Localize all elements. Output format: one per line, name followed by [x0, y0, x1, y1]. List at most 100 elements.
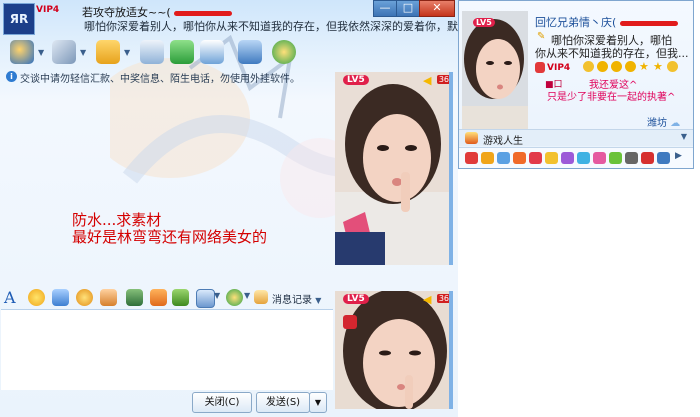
mail-icon[interactable] — [497, 152, 510, 164]
history-label-text: 消息记录 — [272, 295, 312, 306]
redaction-scribble — [619, 20, 678, 26]
self-photo: LV5 ◀ 36 — [335, 291, 453, 409]
info-icon: i — [6, 71, 17, 82]
sun-icon — [667, 61, 678, 72]
moon-icon — [611, 61, 622, 72]
send-file-icon[interactable] — [96, 40, 120, 64]
weather-location[interactable]: 潍坊 ☁ — [647, 114, 680, 129]
diamond-purple-icon[interactable] — [561, 152, 574, 164]
zone-icon[interactable] — [513, 152, 526, 164]
chevron-down-icon[interactable]: ▼ — [244, 291, 250, 300]
voice-message-icon[interactable] — [100, 289, 117, 306]
photo-image — [335, 72, 453, 265]
close-window-button[interactable]: ✕ — [419, 0, 455, 17]
screenshot-icon[interactable] — [196, 289, 215, 308]
video-panel-self[interactable]: LV5 ◀ 36 — [335, 291, 453, 409]
volume-icon[interactable]: ◀ — [423, 293, 435, 306]
scrollbar[interactable] — [449, 72, 453, 265]
blue-service-icon[interactable] — [657, 152, 670, 164]
cloud-icon: ☁ — [670, 118, 681, 129]
star-icon: ★ — [653, 60, 663, 73]
chevron-down-icon: ▼ — [315, 296, 322, 305]
diamond-green-icon[interactable] — [609, 152, 622, 164]
moon-icon — [625, 61, 636, 72]
message-history-button[interactable]: 消息记录 ▼ — [272, 291, 321, 306]
contact-signature: 哪怕你深爱着别人，哪怕你从来不知道我的存在，但我依然深深的爱着你，默默的 — [84, 20, 458, 33]
voice-call-icon[interactable] — [52, 40, 76, 64]
sun-icon — [583, 61, 594, 72]
volume-icon[interactable]: ◀ — [423, 74, 435, 87]
service-icons-row: ▶ — [459, 147, 693, 168]
scrollbar[interactable] — [449, 291, 453, 409]
message-line: 最好是林弯弯还有网络美女的 — [72, 228, 268, 246]
vip-badge: VIP4 — [547, 63, 571, 73]
magic-emoji-icon[interactable] — [52, 289, 69, 306]
game-icon — [465, 132, 478, 144]
profile-photo-image — [462, 11, 528, 129]
penguin-icon[interactable] — [481, 152, 494, 164]
security-notice: 交谈中请勿轻信汇款、中奖信息、陌生电话，勿使用外挂软件。 — [20, 74, 300, 85]
message-input[interactable] — [1, 309, 333, 390]
profile-name-text: 回忆兄弟情丶庆( — [535, 16, 617, 29]
level-badge: LV5 — [473, 18, 495, 27]
message-line: 防水...求素材 — [72, 211, 162, 229]
send-button[interactable]: 发送(S) — [256, 392, 310, 413]
status-message-line2: 只是少了非要在一起的执著^ — [547, 92, 676, 103]
font-icon[interactable]: A — [4, 288, 16, 307]
chevron-down-icon[interactable]: ▼ — [214, 291, 220, 300]
music-service-icon[interactable] — [529, 152, 542, 164]
qq-show-icon[interactable] — [465, 152, 478, 164]
level-badge: LV5 — [343, 294, 369, 304]
remote-photo: LV5 ◀ 36 — [335, 72, 453, 265]
close-button[interactable]: 关闭(C) — [192, 392, 252, 413]
profile-signature-line2: 你从来不知道我的存在，但我... — [535, 47, 689, 60]
bottom-bar: 关闭(C) 发送(S) ▼ — [0, 389, 334, 417]
image-icon[interactable] — [126, 289, 143, 306]
video-call-icon[interactable] — [10, 40, 34, 64]
settings-gear-icon[interactable] — [238, 40, 262, 64]
chevron-down-icon[interactable]: ▼ — [124, 48, 130, 57]
send-options-chevron-icon[interactable]: ▼ — [309, 392, 327, 413]
game-label: 游戏人生 — [483, 136, 523, 147]
chevron-down-icon[interactable]: ▼ — [681, 132, 687, 141]
diamond-blue-icon[interactable] — [577, 152, 590, 164]
contact-profile-panel: LV5 回忆兄弟情丶庆( ✎ 哪怕你深爱着别人，哪怕 你从来不知道我的存在，但我… — [458, 0, 694, 169]
level-badge: LV5 — [343, 75, 369, 85]
photo-image — [335, 291, 453, 409]
maximize-button[interactable]: □ — [396, 0, 420, 17]
moon-icon — [597, 61, 608, 72]
message-area: 防水...求素材 最好是林弯弯还有网络美女的 — [72, 212, 332, 246]
qq-penguin-icon — [535, 62, 545, 73]
minimize-button[interactable]: — — [373, 0, 397, 17]
contact-avatar[interactable]: ЯR — [3, 3, 35, 35]
title-bar[interactable]: ЯR VIP4 若攻夺放适女~~( 哪怕你深爱着别人，哪怕你从来不知道我的存在，… — [0, 0, 458, 38]
game-service-icon[interactable] — [545, 152, 558, 164]
add-app-icon[interactable] — [170, 40, 194, 64]
pencil-icon[interactable]: ✎ — [537, 31, 545, 42]
s-app-icon[interactable] — [272, 40, 296, 64]
redaction-scribble — [174, 10, 233, 16]
s-app-small-icon[interactable] — [226, 289, 243, 306]
share-screen-icon[interactable] — [140, 40, 164, 64]
emoji-icon[interactable] — [28, 289, 45, 306]
red-service-icon[interactable] — [641, 152, 654, 164]
group-chat-icon[interactable] — [200, 40, 224, 64]
vip-badge: VIP4 — [36, 5, 60, 15]
music-icon[interactable] — [150, 289, 167, 306]
gift-icon[interactable] — [172, 289, 189, 306]
profile-photo[interactable] — [462, 11, 528, 129]
profile-name[interactable]: 回忆兄弟情丶庆( — [535, 14, 678, 30]
diamond-pink-icon[interactable] — [593, 152, 606, 164]
chevron-down-icon[interactable]: ▼ — [80, 48, 86, 57]
window-controls: — □ ✕ — [373, 0, 455, 17]
game-row[interactable]: 游戏人生 ▼ — [459, 129, 693, 147]
chevron-right-icon[interactable]: ▶ — [675, 151, 682, 161]
chat-window: ЯR VIP4 若攻夺放适女~~( 哪怕你深爱着别人，哪怕你从来不知道我的存在，… — [0, 0, 458, 417]
chevron-down-icon[interactable]: ▼ — [38, 48, 44, 57]
shake-icon[interactable] — [76, 289, 93, 306]
message-history-icon[interactable] — [254, 290, 268, 304]
star-icon: ★ — [639, 60, 649, 73]
weather-location-text: 潍坊 — [647, 118, 667, 129]
diamond-black-icon[interactable] — [625, 152, 638, 164]
video-panel-remote[interactable]: LV5 ◀ 36 — [335, 72, 453, 265]
